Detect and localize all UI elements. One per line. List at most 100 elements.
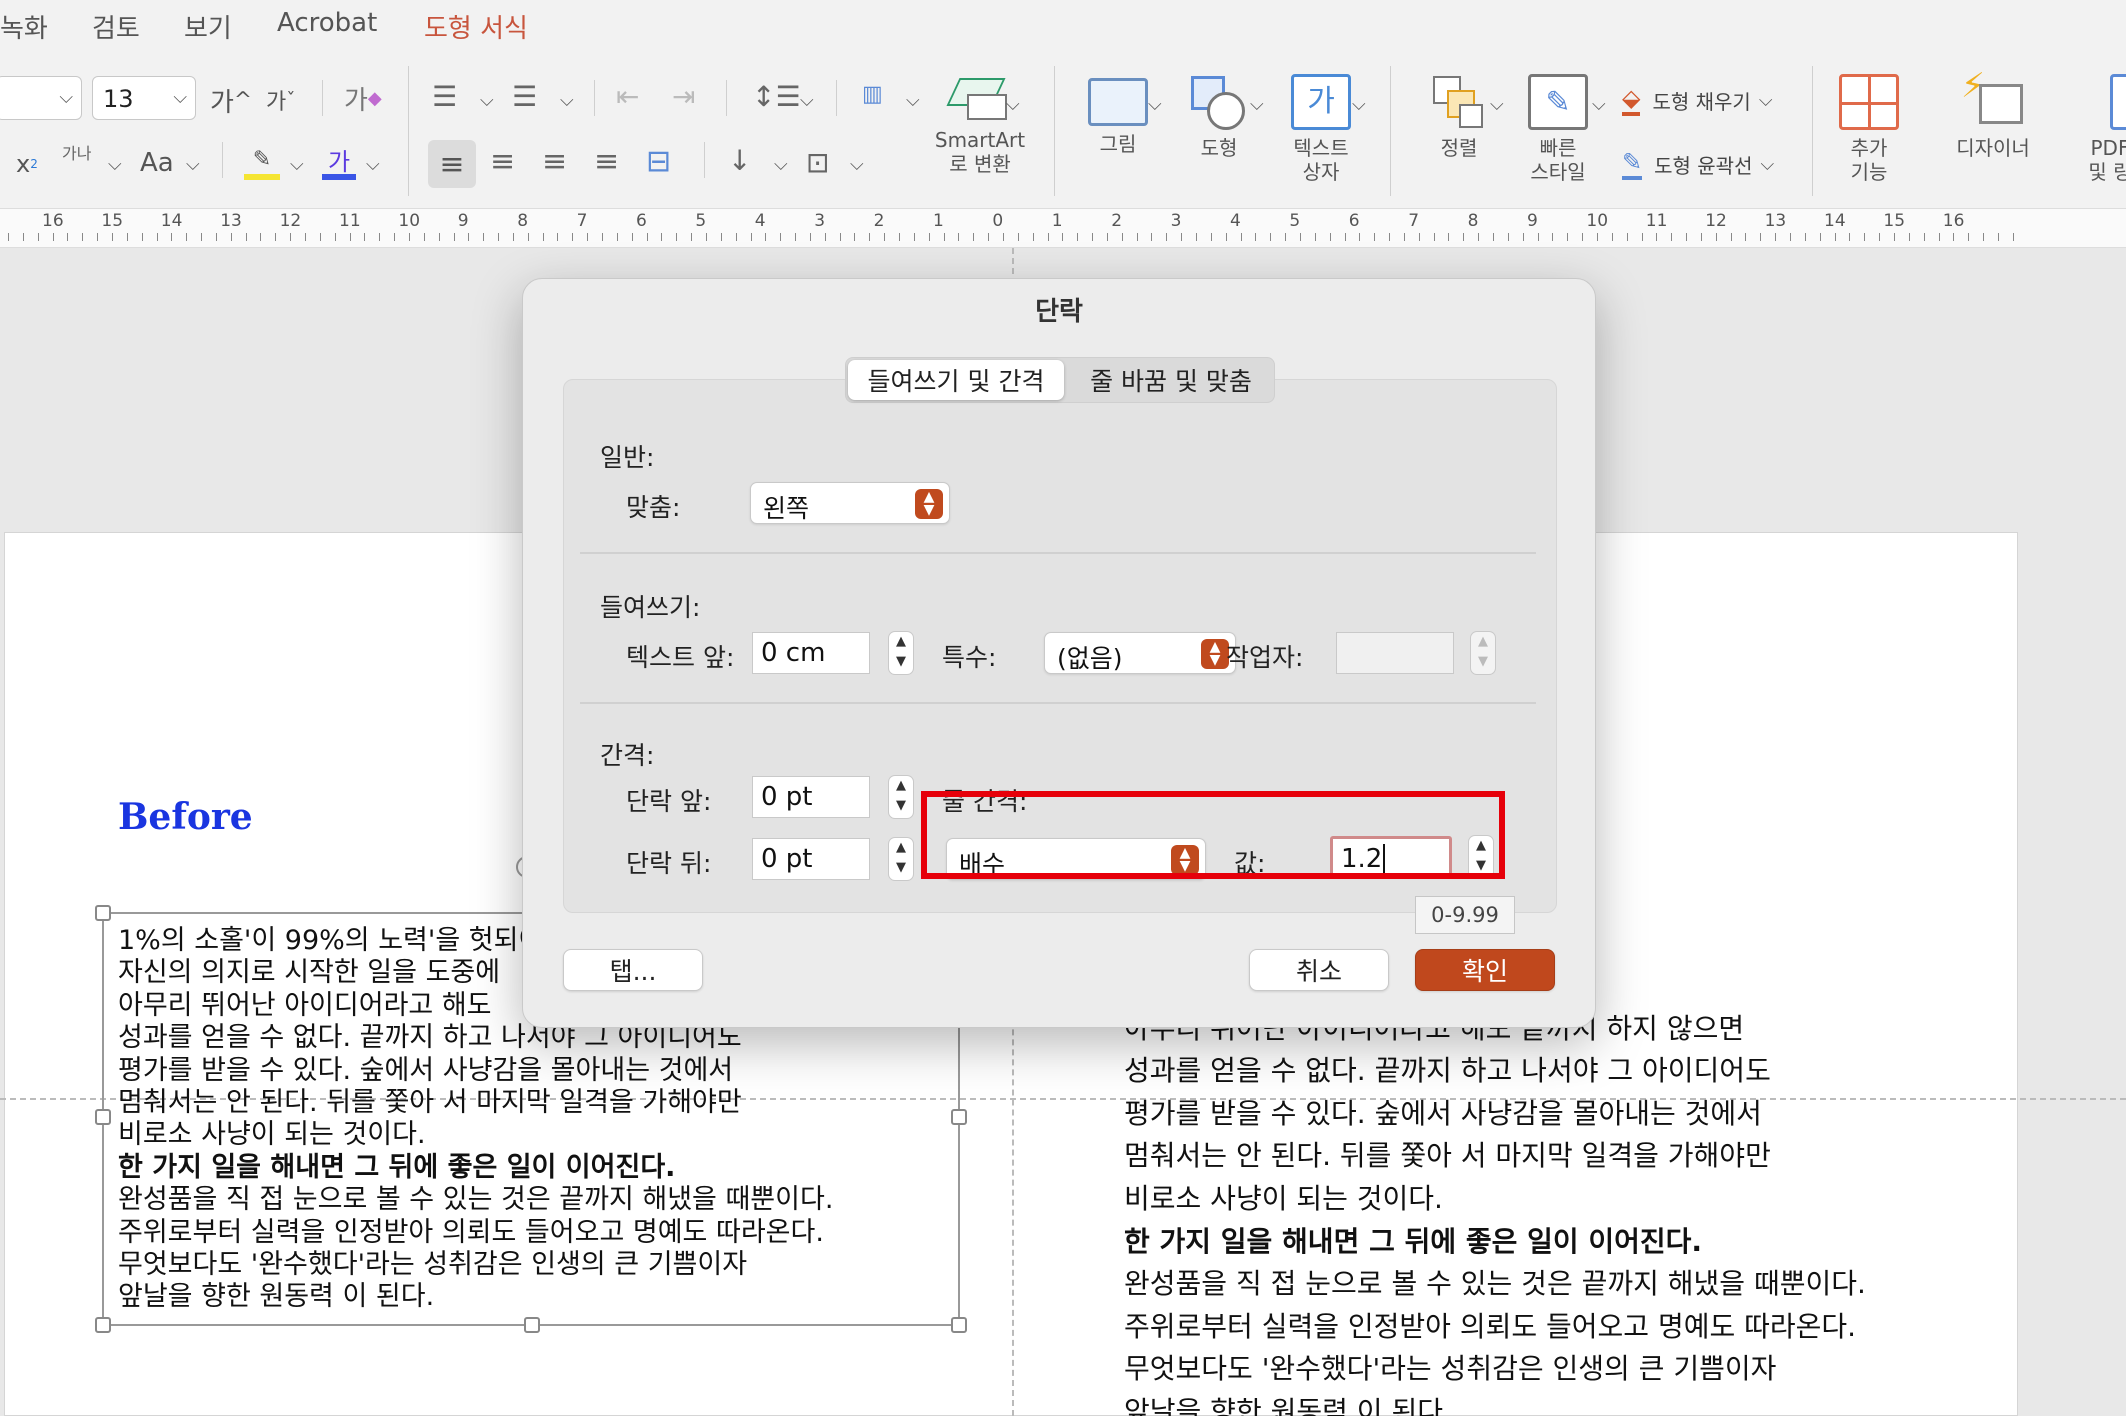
- spacing-before-stepper[interactable]: ▲ ▼: [888, 775, 914, 819]
- smartart-label: SmartArt 로 변환: [934, 128, 1026, 176]
- pen-icon: ✎: [1622, 148, 1643, 180]
- text-line: 한 가지 일을 해내면 그 뒤에 좋은 일이 이어진다.: [1124, 1224, 1703, 1258]
- ruler-tick: [1314, 233, 1316, 241]
- chevron-down-icon[interactable]: ⌵: [366, 154, 380, 175]
- text-line: 앞날을 향한 원동력 이 된다.: [1124, 1395, 1452, 1416]
- chevron-down-icon[interactable]: ⌵: [290, 154, 304, 175]
- numbering-icon[interactable]: ☰: [512, 80, 537, 113]
- chevron-down-icon[interactable]: ⌵: [186, 154, 200, 175]
- ruler-tick: [349, 233, 351, 241]
- ruler-tick: [453, 233, 455, 241]
- smartart-button[interactable]: SmartArt 로 변환: [918, 74, 1042, 176]
- shrink-font-button[interactable]: 가ˇ: [266, 84, 295, 116]
- ruler-tick: [1908, 233, 1910, 241]
- chevron-down-icon[interactable]: ⌵: [774, 154, 788, 175]
- chevron-down-icon[interactable]: ⌵: [800, 90, 814, 111]
- resize-handle-left[interactable]: [95, 1109, 111, 1125]
- chevron-down-icon[interactable]: ⌵: [1250, 94, 1264, 115]
- grow-font-button[interactable]: 가 ^: [210, 82, 252, 119]
- align-right-icon[interactable]: ≡: [542, 144, 567, 179]
- designer-button[interactable]: ⚡ 디자이너: [1938, 66, 2048, 160]
- clear-format-button[interactable]: 가 ◆: [344, 80, 382, 117]
- chevron-down-icon[interactable]: ⌵: [1148, 94, 1162, 115]
- tab-line-page-breaks[interactable]: 줄 바꿈 및 맞춤: [1068, 360, 1274, 400]
- horizontal-ruler[interactable]: 16 15 14 13 12 11 10 9 8 7 6 5 4 3 2 1 0 1 2 3 4 5 6 7 8 9 10 11 12 1…: [0, 208, 2126, 248]
- tab-indent-spacing[interactable]: 들여쓰기 및 간격: [848, 360, 1064, 400]
- ruler-tick: [839, 233, 841, 241]
- paint-bucket-icon: ⬙: [1622, 84, 1641, 116]
- increase-indent-icon[interactable]: ⇥: [672, 80, 695, 113]
- chevron-down-icon[interactable]: ⌵: [1352, 94, 1366, 115]
- chevron-updown-icon: ▲ ▼: [915, 489, 943, 519]
- ok-button[interactable]: 확인: [1415, 949, 1555, 991]
- shape-button[interactable]: 도형: [1174, 74, 1264, 160]
- special-select[interactable]: (없음) ▲ ▼: [1044, 632, 1236, 674]
- distributed-icon[interactable]: ⊟: [646, 144, 671, 179]
- spacing-after-stepper[interactable]: ▲ ▼: [888, 837, 914, 881]
- chevron-down-icon[interactable]: ⌵: [480, 90, 494, 111]
- chevron-down-icon[interactable]: ⌵: [850, 154, 864, 175]
- arrange-button[interactable]: 정렬: [1414, 74, 1504, 160]
- tab-shape-format[interactable]: 도형 서식: [424, 8, 528, 45]
- change-case-button[interactable]: Aa: [140, 148, 174, 178]
- bullets-icon[interactable]: ☰: [432, 80, 457, 113]
- chevron-down-icon[interactable]: ⌵: [1592, 94, 1606, 115]
- align-left-icon[interactable]: ≡: [428, 140, 476, 188]
- ruler-number: 3: [814, 211, 826, 231]
- spacing-before-field[interactable]: 0 pt: [752, 776, 870, 818]
- pdf-link-button[interactable]: PDF 및 링: [2070, 74, 2126, 184]
- phonetic-button[interactable]: 가나: [62, 146, 91, 162]
- ruler-tick: [305, 233, 306, 241]
- tab-view[interactable]: 보기: [184, 8, 232, 45]
- chevron-down-icon[interactable]: ⌵: [560, 90, 574, 111]
- spacing-after-field[interactable]: 0 pt: [752, 838, 870, 880]
- text-direction-icon[interactable]: ↓: [728, 144, 751, 177]
- resize-handle-bottom-left[interactable]: [95, 1317, 111, 1333]
- align-text-icon[interactable]: ⊡: [806, 146, 829, 179]
- addins-button[interactable]: 추가 기능: [1826, 74, 1912, 184]
- font-size-combo[interactable]: 13 ⌵: [92, 76, 196, 120]
- ruler-tick: [1671, 233, 1673, 241]
- decrease-indent-icon[interactable]: ⇤: [616, 80, 639, 113]
- paragraph-dialog: 단락 일반: 맞춤: 왼쪽 ▲ ▼ 들여쓰기: 텍스트 앞: 0 cm ▲ ▼ 특수:…: [522, 278, 1596, 1028]
- after-paragraph[interactable]: 서는 안 된다.아무리 뛰어난 아이디어라고 해도 끝까지 하지 않으면성과를 …: [1124, 964, 2004, 1416]
- tabs-button[interactable]: 탭...: [563, 949, 703, 991]
- align-center-icon[interactable]: ≡: [490, 144, 515, 179]
- line-spacing-icon[interactable]: ↕☰: [752, 80, 801, 113]
- quickstyle-button[interactable]: ✎ 빠른 스타일: [1512, 74, 1604, 184]
- ruler-tick: [498, 233, 500, 241]
- cancel-button[interactable]: 취소: [1249, 949, 1389, 991]
- ruler-tick: [1077, 233, 1079, 241]
- chevron-down-icon[interactable]: ⌵: [1006, 94, 1020, 115]
- ruler-tick: [795, 233, 797, 241]
- shape-fill-button[interactable]: ⬙ 도형 채우기 ⌵: [1622, 84, 1772, 116]
- ruler-number: 14: [160, 211, 183, 231]
- alignment-label: 맞춤:: [626, 493, 681, 522]
- ruler-number: 5: [1289, 211, 1301, 231]
- ruler-tick: [1062, 233, 1064, 241]
- before-text-stepper[interactable]: ▲ ▼: [888, 631, 914, 675]
- before-text-field[interactable]: 0 cm: [752, 632, 870, 674]
- divider: [580, 552, 1536, 554]
- tab-acrobat[interactable]: Acrobat: [277, 8, 377, 38]
- font-color-button[interactable]: 가: [322, 144, 356, 180]
- alignment-select[interactable]: 왼쪽 ▲ ▼: [750, 482, 950, 524]
- justify-icon[interactable]: ≡: [594, 144, 619, 179]
- ruler-tick: [1225, 233, 1227, 241]
- range-tooltip: 0-9.99: [1415, 896, 1515, 934]
- shape-outline-button[interactable]: ✎ 도형 윤곽선 ⌵: [1622, 148, 1774, 180]
- subscript-button[interactable]: x2: [16, 150, 38, 178]
- picture-button[interactable]: 그림: [1072, 78, 1164, 156]
- chevron-down-icon[interactable]: ⌵: [1490, 94, 1504, 115]
- textbox-button[interactable]: 가 텍스트 상자: [1276, 74, 1366, 184]
- ruler-number: 7: [576, 211, 588, 231]
- separator: [726, 80, 727, 116]
- ruler-tick: [1210, 233, 1212, 241]
- resize-handle-top-left[interactable]: [95, 905, 111, 921]
- columns-icon[interactable]: ▥: [862, 82, 883, 107]
- tab-record[interactable]: 녹화: [0, 8, 48, 45]
- font-name-combo[interactable]: ⌵: [0, 76, 82, 120]
- highlighter-icon[interactable]: ✎: [244, 144, 280, 180]
- tab-review[interactable]: 검토: [92, 8, 140, 45]
- chevron-down-icon[interactable]: ⌵: [108, 154, 122, 175]
